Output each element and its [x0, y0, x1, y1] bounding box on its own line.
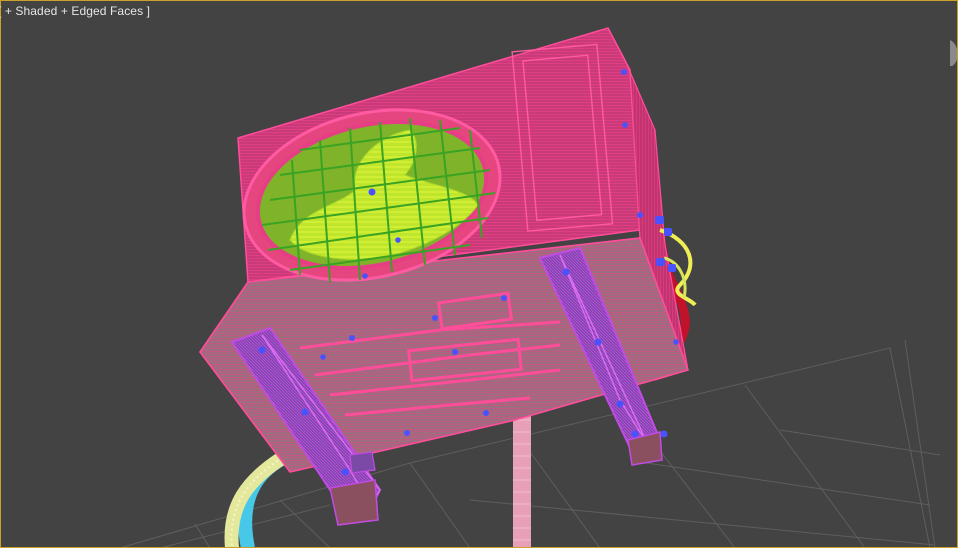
drain-pipe — [513, 410, 531, 548]
viewport-scene[interactable] — [0, 0, 958, 548]
viewport-shading-label[interactable]: [ + Shaded + Edged Faces ] — [0, 4, 150, 18]
perspective-viewport[interactable]: [ + Shaded + Edged Faces ] — [0, 0, 958, 548]
offscreen-object — [950, 40, 958, 66]
